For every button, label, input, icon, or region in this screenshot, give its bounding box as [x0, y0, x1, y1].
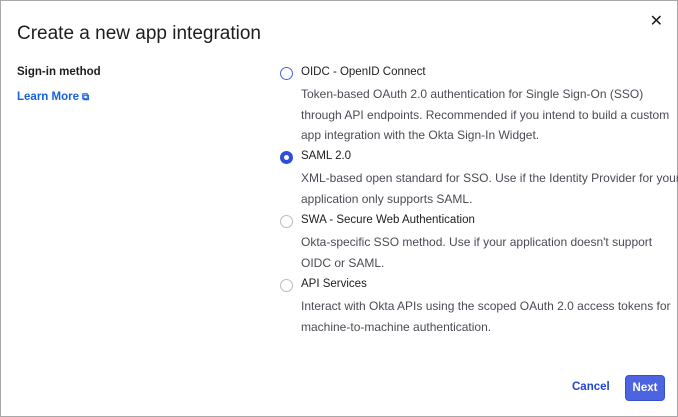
radio-saml[interactable]: [280, 151, 293, 164]
external-link-icon: ⧉: [82, 92, 90, 103]
sign-in-method-label: Sign-in method: [17, 66, 101, 78]
radio-swa[interactable]: [280, 215, 293, 228]
learn-more-link[interactable]: Learn More ⧉: [17, 91, 89, 103]
radio-oidc[interactable]: [280, 67, 293, 80]
learn-more-text: Learn More: [17, 91, 79, 103]
option-description: Okta-specific SSO method. Use if your ap…: [301, 235, 653, 270]
option-description: Token-based OAuth 2.0 authentication for…: [301, 87, 670, 142]
option-title: SAML 2.0: [301, 150, 352, 162]
option-title: API Services: [301, 278, 367, 290]
option-description: XML-based open standard for SSO. Use if …: [301, 171, 678, 206]
cancel-button[interactable]: Cancel: [572, 381, 610, 393]
option-title: OIDC - OpenID Connect: [301, 66, 426, 78]
option-title: SWA - Secure Web Authentication: [301, 214, 475, 226]
close-icon[interactable]: ✕: [650, 11, 663, 31]
option-description: Interact with Okta APIs using the scoped…: [301, 299, 671, 334]
create-app-integration-dialog: ✕ Create a new app integration Sign-in m…: [0, 0, 678, 417]
next-button[interactable]: Next: [625, 375, 665, 401]
dialog-title: Create a new app integration: [17, 23, 261, 44]
radio-api-services[interactable]: [280, 279, 293, 292]
